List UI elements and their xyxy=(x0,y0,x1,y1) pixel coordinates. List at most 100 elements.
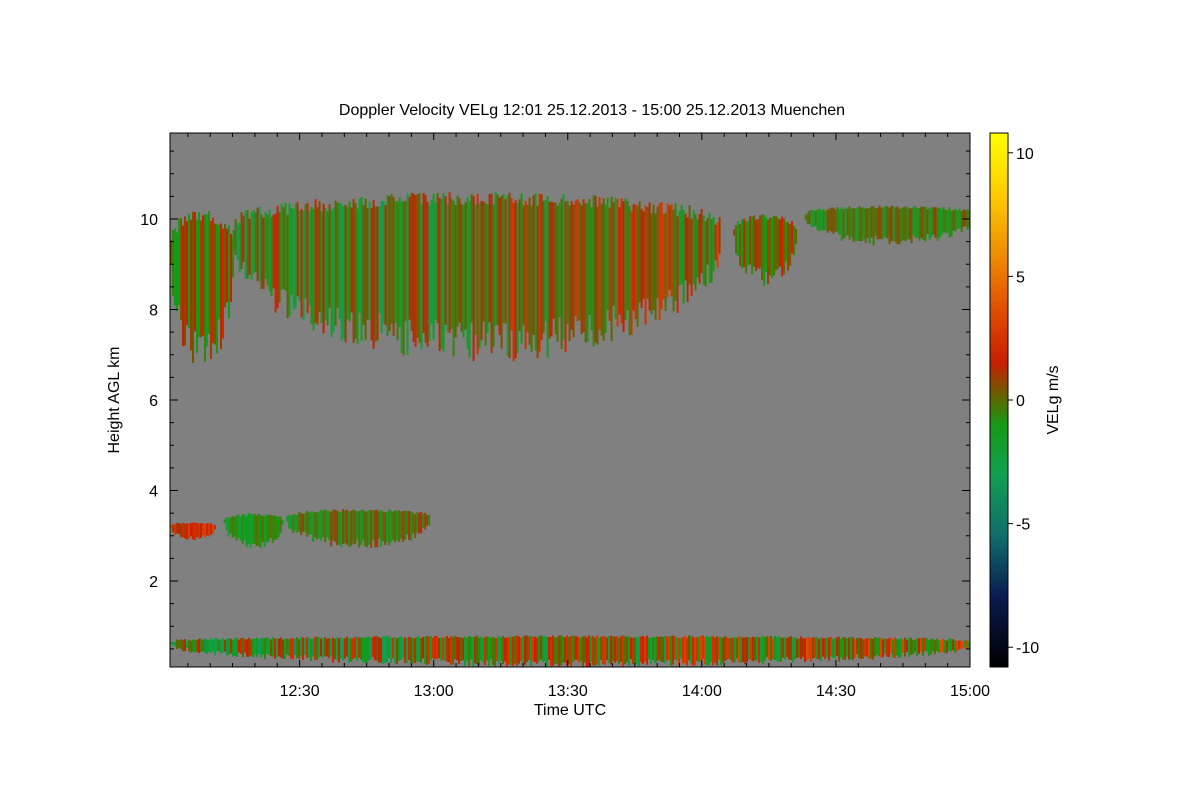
echo-streak xyxy=(296,202,299,297)
echo-streak xyxy=(612,636,614,662)
echo-streak xyxy=(767,219,770,285)
echo-streak xyxy=(610,635,612,665)
echo-streak xyxy=(642,211,645,299)
echo-streak xyxy=(328,638,330,659)
echo-streak xyxy=(652,637,654,660)
echo-streak xyxy=(556,636,558,664)
echo-streak xyxy=(466,197,469,349)
echo-streak xyxy=(574,200,577,317)
echo-streak xyxy=(438,198,441,352)
echo-streak xyxy=(188,523,190,539)
x-tick-label: 14:00 xyxy=(682,683,722,700)
echo-streak xyxy=(412,638,414,664)
echo-streak xyxy=(304,638,306,655)
echo-streak xyxy=(938,640,940,653)
colorbar-tick-label: 5 xyxy=(1016,269,1025,286)
echo-streak xyxy=(822,638,824,657)
echo-streak xyxy=(446,635,448,662)
echo-streak xyxy=(644,637,646,662)
echo-streak xyxy=(826,638,828,658)
x-tick-label: 13:30 xyxy=(548,683,588,700)
echo-streak xyxy=(256,637,258,657)
echo-streak xyxy=(842,636,844,660)
echo-streak xyxy=(370,510,373,548)
echo-streak xyxy=(528,636,530,660)
echo-streak xyxy=(600,203,603,336)
echo-streak xyxy=(240,212,243,269)
echo-streak xyxy=(728,638,730,659)
echo-streak xyxy=(882,639,884,657)
y-axis-label: Height AGL km xyxy=(106,346,123,453)
echo-streak xyxy=(524,200,527,349)
echo-streak xyxy=(882,207,885,239)
echo-streak xyxy=(257,513,260,546)
echo-streak xyxy=(932,639,934,652)
echo-streak xyxy=(350,207,353,313)
echo-streak xyxy=(636,637,638,665)
echo-streak xyxy=(269,515,272,538)
y-tick-label: 6 xyxy=(149,393,158,410)
echo-streak xyxy=(258,206,261,282)
echo-streak xyxy=(928,207,931,240)
echo-streak xyxy=(828,208,831,231)
y-tick-label: 4 xyxy=(149,484,158,501)
echo-streak xyxy=(172,642,174,646)
colorbar-ticks: 10 5 0 -5 -10 xyxy=(1008,146,1039,657)
echo-streak xyxy=(294,203,297,308)
echo-streak xyxy=(354,636,356,658)
echo-streak xyxy=(694,637,696,666)
echo-streak xyxy=(492,204,495,347)
echo-streak xyxy=(318,511,321,539)
echo-streak xyxy=(790,636,792,660)
echo-streak xyxy=(800,636,802,659)
echo-streak xyxy=(598,197,601,330)
echo-streak xyxy=(942,207,945,233)
echo-streak xyxy=(350,510,353,546)
echo-streak xyxy=(660,202,663,310)
echo-streak xyxy=(246,639,248,657)
echo-streak xyxy=(538,635,540,662)
echo-streak xyxy=(860,638,862,659)
echo-streak xyxy=(544,199,547,322)
echo-streak xyxy=(482,201,485,322)
echo-streak xyxy=(666,636,668,661)
echo-streak xyxy=(452,200,455,357)
echo-streak xyxy=(784,636,786,660)
echo-streak xyxy=(408,196,411,320)
echo-streak xyxy=(374,636,376,661)
echo-streak xyxy=(184,523,186,539)
x-tick-label: 13:00 xyxy=(414,683,454,700)
echo-streak xyxy=(420,511,423,534)
echo-streak xyxy=(918,208,921,241)
echo-streak xyxy=(480,200,483,341)
echo-streak xyxy=(775,215,778,271)
echo-streak xyxy=(275,516,278,540)
echo-streak xyxy=(852,637,854,660)
echo-streak xyxy=(570,201,573,331)
echo-streak xyxy=(604,636,606,665)
echo-streak xyxy=(926,209,929,234)
echo-streak xyxy=(322,638,324,658)
echo-streak xyxy=(856,638,858,655)
echo-streak xyxy=(787,222,790,271)
echo-streak xyxy=(356,511,359,540)
echo-streak xyxy=(514,636,516,664)
echo-streak xyxy=(235,515,238,541)
echo-streak xyxy=(231,515,234,538)
echo-streak xyxy=(278,638,280,657)
echo-streak xyxy=(249,513,252,549)
echo-streak xyxy=(336,637,338,661)
echo-streak xyxy=(684,635,686,664)
echo-streak xyxy=(578,202,581,321)
echo-streak xyxy=(302,513,305,532)
echo-streak xyxy=(971,210,973,227)
echo-streak xyxy=(714,637,716,663)
echo-streak xyxy=(590,636,592,663)
echo-streak xyxy=(856,207,859,241)
echo-streak xyxy=(676,637,678,661)
echo-streak xyxy=(722,637,724,663)
echo-streak xyxy=(630,637,632,660)
echo-streak xyxy=(244,210,247,280)
echo-streak xyxy=(702,635,704,659)
echo-streak xyxy=(936,638,938,651)
